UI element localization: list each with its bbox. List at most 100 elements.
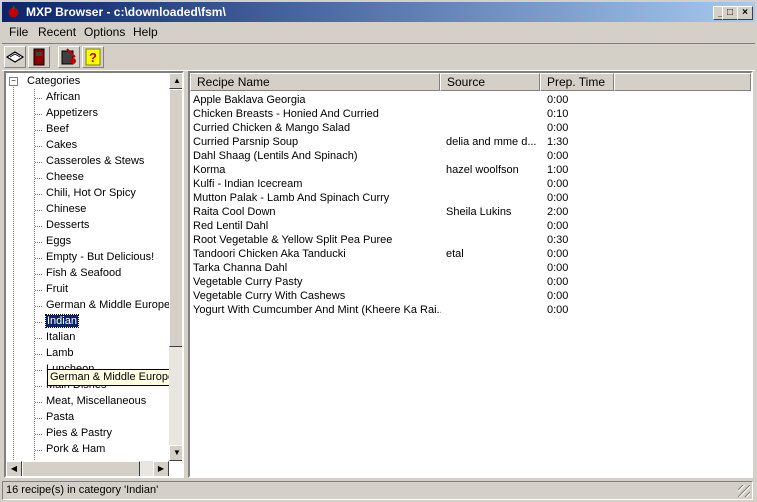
scroll-thumb[interactable]: [169, 89, 182, 347]
tree-item[interactable]: Chinese: [46, 203, 86, 215]
recipe-source-cell: hazel woolfson: [446, 164, 519, 176]
recipe-time-cell: 0:00: [547, 150, 569, 162]
help-button[interactable]: ?: [82, 46, 104, 68]
scroll-down-icon[interactable]: ▼: [169, 445, 182, 461]
recipe-name-cell: Chicken Breasts - Honied And Curried: [193, 108, 379, 120]
tree-branch-line: [35, 162, 42, 163]
tree-item[interactable]: Indian: [45, 314, 79, 328]
recipe-time-cell: 0:00: [547, 122, 569, 134]
tree-item[interactable]: Empty - But Delicious!: [46, 251, 154, 263]
column-recipe-name[interactable]: Recipe Name: [190, 73, 440, 91]
recipe-row[interactable]: Tarka Channa Dahl 0:00: [193, 262, 748, 276]
tree-branch-line: [35, 226, 42, 227]
category-tree[interactable]: − Categories African Appetizers Beef Cakes C…: [4, 71, 184, 478]
menu-recent[interactable]: Recent: [38, 25, 76, 39]
column-prep-time[interactable]: Prep. Time: [540, 73, 614, 91]
menu-help[interactable]: Help: [133, 25, 158, 39]
recipe-name-cell: Root Vegetable & Yellow Split Pea Puree: [193, 234, 393, 246]
recipe-row[interactable]: Kulfi - Indian Icecream 0:00: [193, 178, 748, 192]
recipe-row[interactable]: Dahl Shaag (Lentils And Spinach) 0:00: [193, 150, 748, 164]
scroll-thumb-horizontal[interactable]: [22, 461, 140, 476]
title-bar[interactable]: MXP Browser - c:\downloaded\fsm\ _ □ ×: [2, 2, 755, 22]
recipe-name-cell: Curried Parsnip Soup: [193, 136, 299, 148]
recipe-row[interactable]: Vegetable Curry With Cashews 0:00: [193, 290, 748, 304]
tree-branch-line: [35, 418, 42, 419]
menu-file[interactable]: File: [9, 25, 28, 39]
recipe-row[interactable]: Curried Chicken & Mango Salad 0:00: [193, 122, 748, 136]
recipe-list[interactable]: Recipe Name Source Prep. Time Apple Bakl…: [188, 71, 753, 478]
tree-item[interactable]: Fish & Seafood: [46, 267, 121, 279]
status-text: 16 recipe(s) in category 'Indian': [6, 484, 159, 496]
recipe-time-cell: 0:00: [547, 290, 569, 302]
scroll-right-icon[interactable]: ▶: [153, 461, 169, 476]
recipe-source-cell: Sheila Lukins: [446, 206, 512, 218]
recipe-row[interactable]: Vegetable Curry Pasty 0:00: [193, 276, 748, 290]
recipe-row[interactable]: Root Vegetable & Yellow Split Pea Puree 0…: [193, 234, 748, 248]
recipe-name-cell: Korma: [193, 164, 226, 176]
open-book-button[interactable]: [4, 46, 26, 68]
tree-item[interactable]: Lamb: [46, 347, 74, 359]
column-filler: [614, 73, 751, 91]
tree-horizontal-scrollbar[interactable]: ◀ ▶: [6, 461, 169, 476]
tree-branch-line: [35, 242, 42, 243]
tree-item[interactable]: Pork & Ham: [46, 443, 105, 455]
recipe-row[interactable]: Red Lentil Dahl 0:00: [193, 220, 748, 234]
tree-branch-line: [35, 290, 42, 291]
scroll-up-icon[interactable]: ▲: [169, 73, 182, 89]
tree-item[interactable]: Pies & Pastry: [46, 427, 112, 439]
tree-branch-line: [35, 338, 42, 339]
recipe-row[interactable]: Raita Cool Down Sheila Lukins 2:00: [193, 206, 748, 220]
svg-text:?: ?: [89, 50, 97, 65]
tree-item[interactable]: Eggs: [46, 235, 71, 247]
close-button[interactable]: ×: [737, 6, 753, 20]
recipe-time-cell: 2:00: [547, 206, 569, 218]
recipe-row[interactable]: Chicken Breasts - Honied And Curried 0:10: [193, 108, 748, 122]
cookbook-button[interactable]: [58, 46, 80, 68]
apple-icon: [8, 6, 19, 18]
recipe-time-cell: 0:10: [547, 108, 569, 120]
tree-item[interactable]: African: [46, 91, 80, 103]
recipe-box-icon: [33, 48, 45, 66]
recipe-name-cell: Raita Cool Down: [193, 206, 276, 218]
tree-item[interactable]: Cheese: [46, 171, 84, 183]
tree-item[interactable]: Desserts: [46, 219, 89, 231]
recipe-name-cell: Vegetable Curry Pasty: [193, 276, 303, 288]
column-source[interactable]: Source: [440, 73, 540, 91]
tree-item[interactable]: Fruit: [46, 283, 68, 295]
scroll-left-icon[interactable]: ◀: [6, 461, 22, 476]
recipe-box-button[interactable]: [28, 46, 50, 68]
recipe-row[interactable]: Korma hazel woolfson 1:00: [193, 164, 748, 178]
tree-item[interactable]: Beef: [46, 123, 69, 135]
tree-item[interactable]: Appetizers: [46, 107, 98, 119]
recipe-row[interactable]: Tandoori Chicken Aka Tanducki etal 0:00: [193, 248, 748, 262]
tree-branch-line: [35, 450, 42, 451]
tree-item[interactable]: German & Middle European: [46, 299, 182, 311]
tree-item[interactable]: Pasta: [46, 411, 74, 423]
tree-item[interactable]: Casseroles & Stews: [46, 155, 144, 167]
recipe-row[interactable]: Curried Parsnip Soup delia and mme d... 1:…: [193, 136, 748, 150]
tree-root-categories[interactable]: Categories: [27, 75, 80, 87]
recipe-name-cell: Apple Baklava Georgia: [193, 94, 306, 106]
tree-item[interactable]: Chili, Hot Or Spicy: [46, 187, 136, 199]
resize-grip-icon[interactable]: [738, 485, 750, 497]
recipe-row[interactable]: Mutton Palak - Lamb And Spinach Curry 0:0…: [193, 192, 748, 206]
tree-branch-line: [35, 434, 42, 435]
tree-item[interactable]: Italian: [46, 331, 75, 343]
recipe-row[interactable]: Apple Baklava Georgia 0:00: [193, 94, 748, 108]
recipe-row[interactable]: Yogurt With Cumcumber And Mint (Kheere K…: [193, 304, 748, 318]
recipe-time-cell: 0:00: [547, 192, 569, 204]
help-icon: ?: [85, 48, 101, 66]
tree-item[interactable]: Cakes: [46, 139, 77, 151]
recipe-name-cell: Red Lentil Dahl: [193, 220, 269, 232]
menu-options[interactable]: Options: [84, 25, 125, 39]
tree-vertical-scrollbar[interactable]: ▲ ▼: [169, 73, 182, 461]
restore-button[interactable]: □: [722, 6, 738, 20]
recipe-time-cell: 0:00: [547, 276, 569, 288]
recipe-time-cell: 0:00: [547, 248, 569, 260]
recipe-name-cell: Curried Chicken & Mango Salad: [193, 122, 351, 134]
tree-branch-line: [35, 322, 42, 323]
window-title: MXP Browser - c:\downloaded\fsm\: [26, 5, 226, 19]
recipe-name-cell: Mutton Palak - Lamb And Spinach Curry: [193, 192, 390, 204]
collapse-icon[interactable]: −: [9, 77, 18, 86]
tree-item[interactable]: Meat, Miscellaneous: [46, 395, 146, 407]
